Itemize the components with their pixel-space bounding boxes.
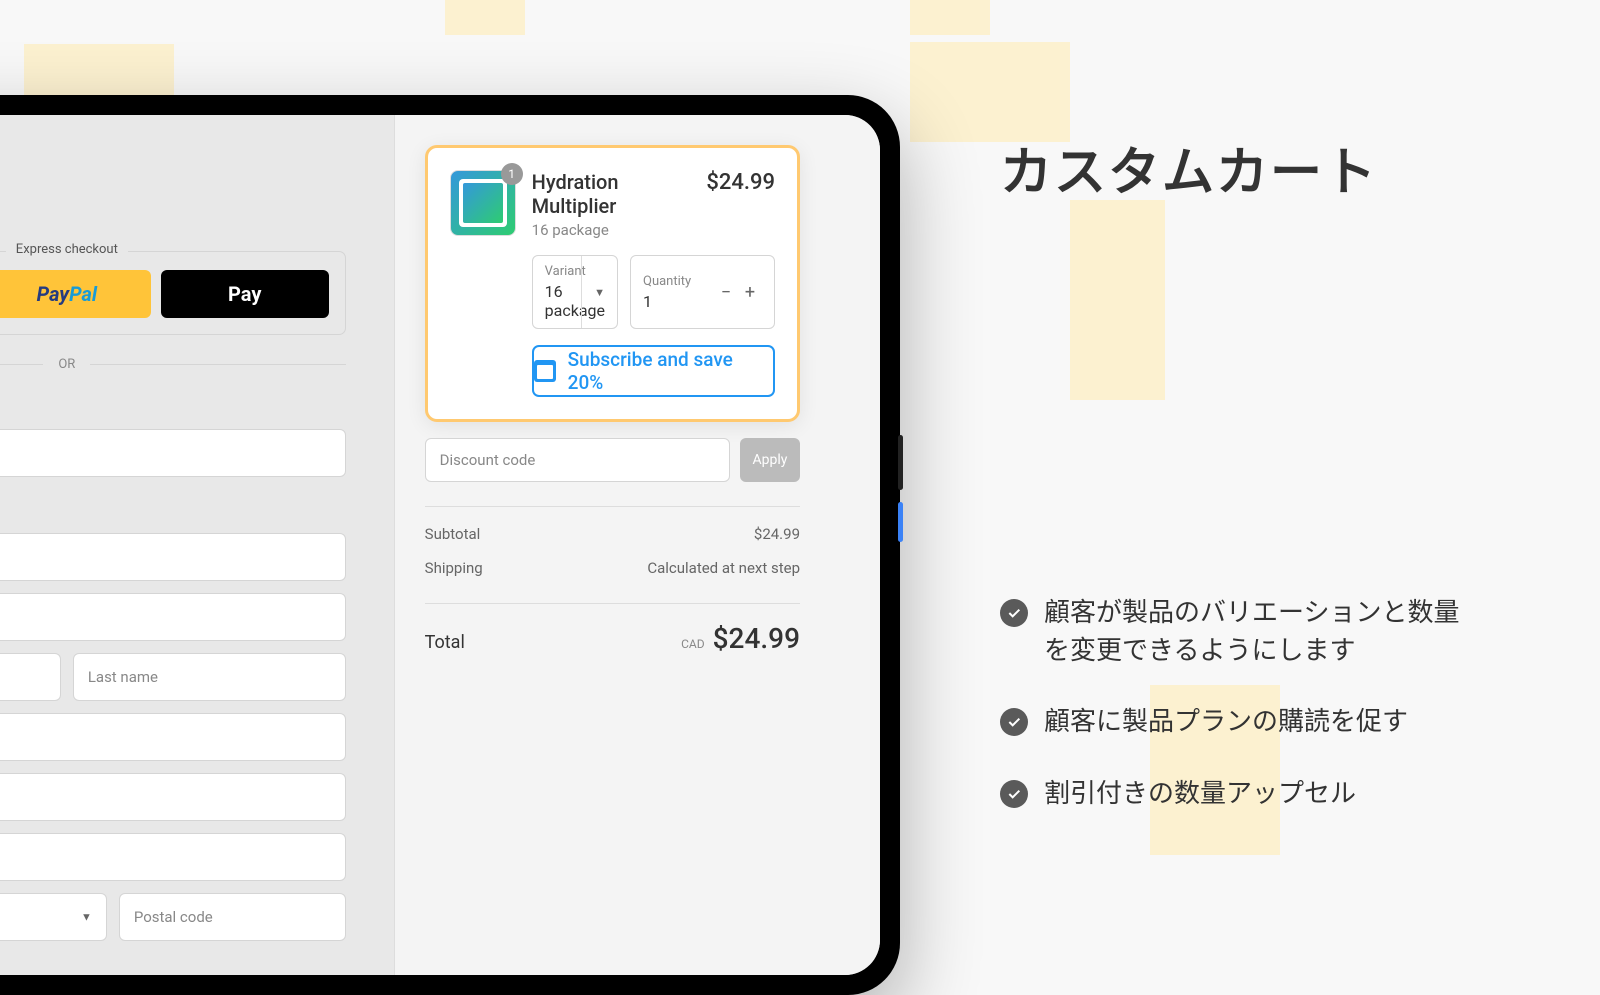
chevron-down-icon: ▼ [581, 256, 605, 328]
feature-item: 割引付きの数量アップセル [1000, 776, 1480, 814]
feature-item: 顧客が製品のバリエーションと数量を変更できるようにします [1000, 595, 1480, 670]
product-name: Hydration Multiplier [532, 170, 691, 218]
email-field[interactable] [0, 429, 346, 477]
decoration [910, 42, 1070, 142]
or-divider: OR [0, 357, 346, 372]
page-title: カスタムカート [1000, 130, 1480, 205]
breadcrumb: Shipping › Payment [0, 215, 346, 231]
calendar-icon [534, 360, 556, 382]
paypal-button[interactable]: PayPal [0, 270, 151, 318]
address-field-1[interactable] [0, 533, 346, 581]
checkout-form: Shipping › Payment Express checkout PayP… [0, 115, 395, 975]
product-thumbnail: 1 [450, 170, 516, 236]
express-label: Express checkout [6, 242, 128, 257]
product-variant: 16 package [532, 221, 691, 239]
subtotal-row: Subtotal $24.99 [425, 506, 800, 543]
quantity-decrease-button[interactable]: − [714, 280, 738, 304]
apt-field[interactable]: (optional) [0, 773, 346, 821]
quantity-stepper: Quantity 1 − + [630, 255, 775, 329]
discount-code-input[interactable]: Discount code [425, 438, 730, 482]
shipping-row: Shipping Calculated at next step [425, 559, 800, 577]
cart-summary: 1 Hydration Multiplier 16 package $24.99… [395, 115, 880, 975]
cart-item-card: 1 Hydration Multiplier 16 package $24.99… [425, 145, 800, 422]
city-field[interactable] [0, 833, 346, 881]
product-price: $24.99 [706, 170, 775, 195]
chevron-down-icon: ▼ [81, 911, 92, 924]
tablet-frame: Shipping › Payment Express checkout PayP… [0, 95, 900, 995]
province-select[interactable]: Province Alberta ▼ [0, 893, 107, 941]
apply-button[interactable]: Apply [740, 438, 800, 482]
last-name-field[interactable]: Last name [73, 653, 346, 701]
tablet-screen: Shipping › Payment Express checkout PayP… [0, 115, 880, 975]
total-row: Total CAD $24.99 [425, 603, 800, 655]
subscribe-button[interactable]: Subscribe and save 20% [532, 345, 775, 397]
address-field[interactable] [0, 713, 346, 761]
quantity-badge: 1 [501, 163, 523, 185]
feature-item: 顧客に製品プランの購読を促す [1000, 704, 1480, 742]
quantity-increase-button[interactable]: + [738, 280, 762, 304]
check-icon [1000, 599, 1028, 627]
decoration [910, 0, 990, 35]
marketing-content: カスタムカート 顧客が製品のバリエーションと数量を変更できるようにします 顧客に… [1000, 130, 1480, 848]
variant-select[interactable]: Variant 16 package ▼ [532, 255, 618, 329]
first-name-field[interactable] [0, 653, 61, 701]
check-icon [1000, 780, 1028, 808]
consent-text: on news and exclusive offers [0, 489, 346, 505]
volume-button [898, 502, 903, 542]
decoration [445, 0, 525, 35]
contact-section-title: on [0, 394, 346, 415]
check-icon [1000, 708, 1028, 736]
express-checkout-section: Express checkout PayPal Pay [0, 251, 346, 335]
apple-pay-button[interactable]: Pay [161, 270, 329, 318]
volume-button [898, 435, 903, 490]
address-field-2[interactable] [0, 593, 346, 641]
postal-code-field[interactable]: Postal code [119, 893, 346, 941]
